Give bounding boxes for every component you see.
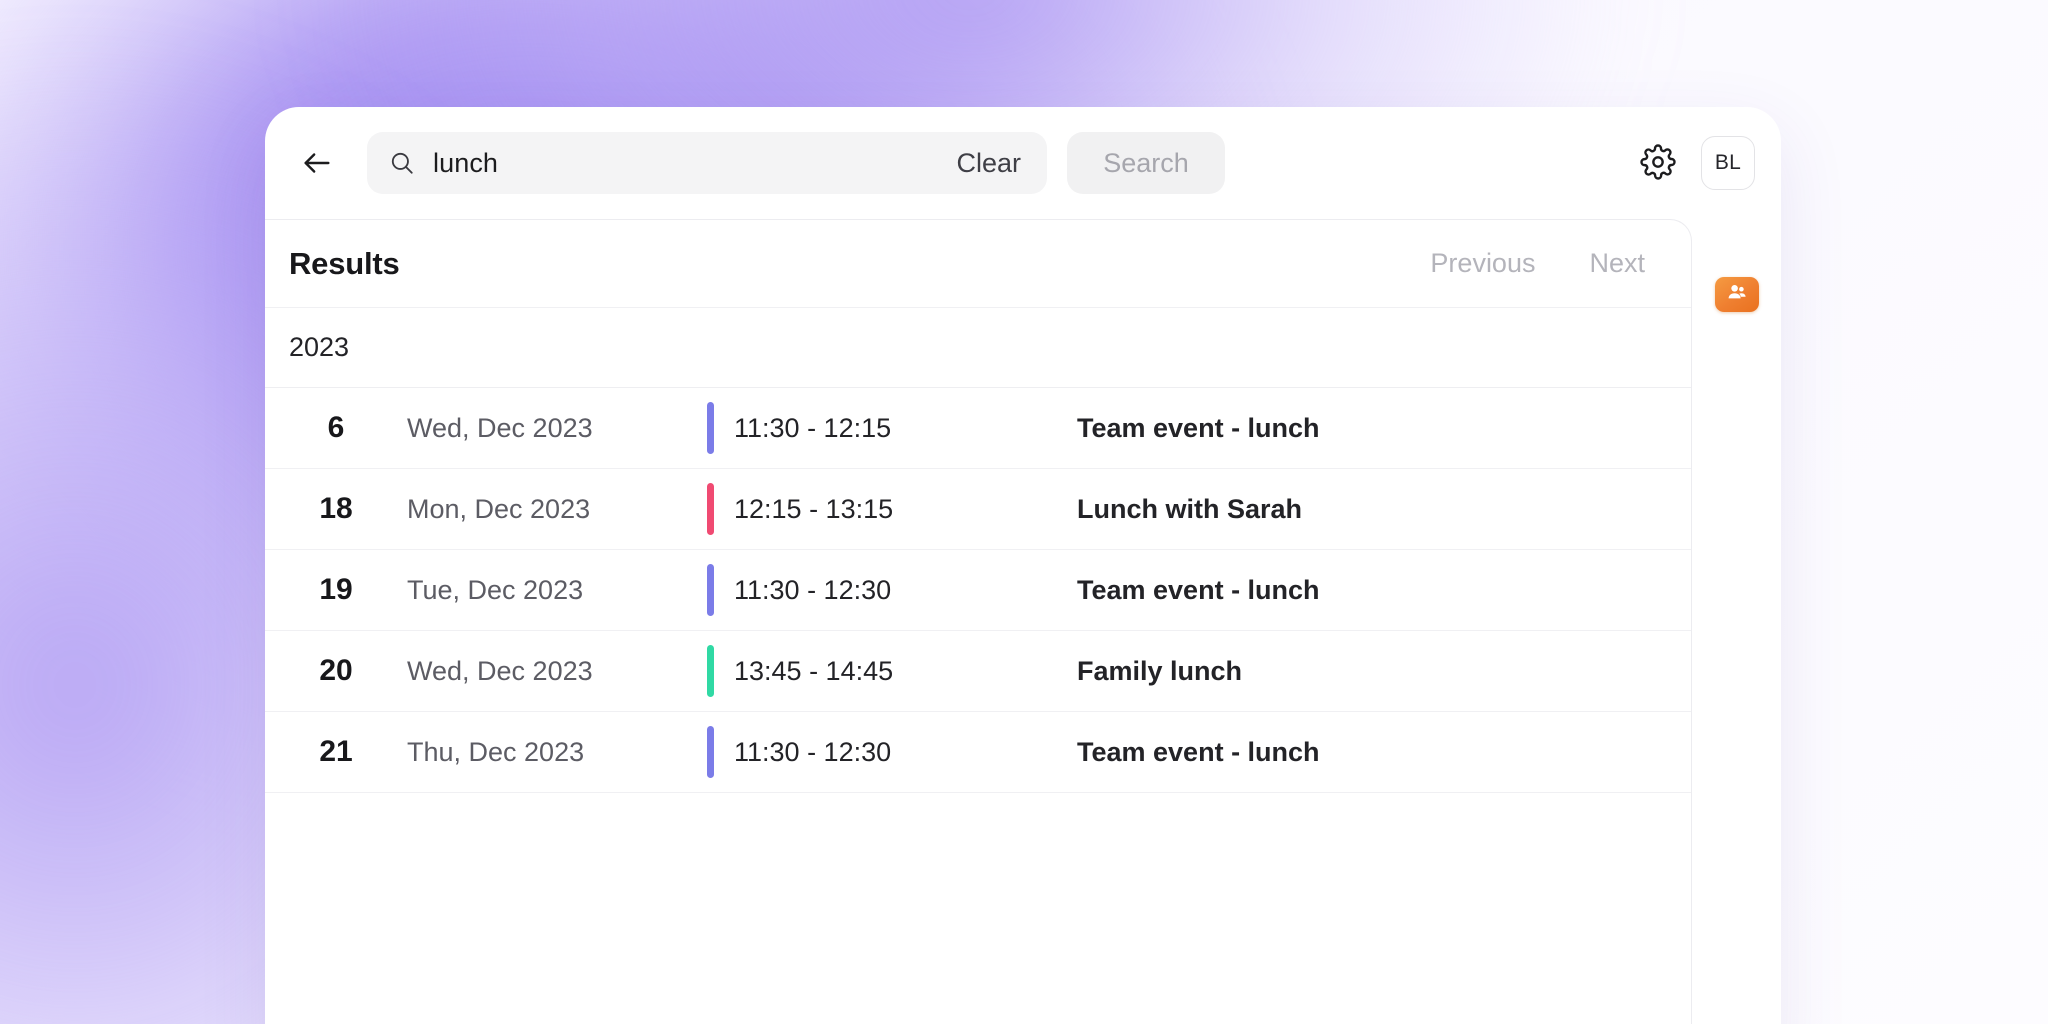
row-time-cell: 11:30 - 12:30 bbox=[707, 726, 1077, 778]
results-header: Results Previous Next bbox=[265, 220, 1691, 308]
row-time-cell: 12:15 - 13:15 bbox=[707, 483, 1077, 535]
panel-area: Results Previous Next 2023 6Wed, Dec 202… bbox=[265, 219, 1781, 1024]
search-submit-button[interactable]: Search bbox=[1067, 132, 1225, 194]
back-button[interactable] bbox=[291, 137, 343, 189]
row-time-cell: 11:30 - 12:15 bbox=[707, 402, 1077, 454]
contacts-badge[interactable] bbox=[1715, 277, 1759, 312]
row-day-number: 19 bbox=[265, 573, 407, 607]
row-event-title: Lunch with Sarah bbox=[1077, 494, 1691, 525]
row-time-cell: 13:45 - 14:45 bbox=[707, 645, 1077, 697]
results-list: 6Wed, Dec 202311:30 - 12:15Team event - … bbox=[265, 388, 1691, 793]
table-row[interactable]: 18Mon, Dec 2023 12:15 - 13:15 Lunch with S… bbox=[265, 469, 1691, 550]
previous-button[interactable]: Previous bbox=[1418, 242, 1547, 285]
people-icon bbox=[1725, 280, 1749, 309]
event-color-bar bbox=[707, 402, 714, 454]
row-time: 11:30 - 12:30 bbox=[734, 737, 891, 768]
row-time-cell: 11:30 - 12:30 bbox=[707, 564, 1077, 616]
row-day-number: 20 bbox=[265, 654, 407, 688]
top-bar: lunch Clear Search BL bbox=[265, 107, 1781, 219]
clear-button[interactable]: Clear bbox=[952, 148, 1025, 179]
row-time: 11:30 - 12:15 bbox=[734, 413, 891, 444]
row-date: Thu, Dec 2023 bbox=[407, 737, 707, 768]
row-event-title: Team event - lunch bbox=[1077, 413, 1691, 444]
event-color-bar bbox=[707, 564, 714, 616]
row-date: Wed, Dec 2023 bbox=[407, 656, 707, 687]
row-day-number: 6 bbox=[265, 411, 407, 445]
row-time: 13:45 - 14:45 bbox=[734, 656, 893, 687]
row-date: Mon, Dec 2023 bbox=[407, 494, 707, 525]
table-row[interactable]: 20Wed, Dec 2023 13:45 - 14:45 Family lunch bbox=[265, 631, 1691, 712]
page-title: Results bbox=[289, 246, 400, 282]
row-event-title: Team event - lunch bbox=[1077, 737, 1691, 768]
event-color-bar bbox=[707, 645, 714, 697]
row-date: Tue, Dec 2023 bbox=[407, 575, 707, 606]
row-day-number: 21 bbox=[265, 735, 407, 769]
row-time: 11:30 - 12:30 bbox=[734, 575, 891, 606]
search-input[interactable]: lunch bbox=[433, 148, 952, 179]
page-backdrop: lunch Clear Search BL bbox=[0, 0, 2048, 1024]
settings-button[interactable] bbox=[1635, 140, 1681, 186]
results-panel: Results Previous Next 2023 6Wed, Dec 202… bbox=[265, 219, 1692, 1024]
row-date: Wed, Dec 2023 bbox=[407, 413, 707, 444]
event-color-bar bbox=[707, 483, 714, 535]
search-field[interactable]: lunch Clear bbox=[367, 132, 1047, 194]
app-window-card: lunch Clear Search BL bbox=[265, 107, 1781, 1024]
row-time: 12:15 - 13:15 bbox=[734, 494, 893, 525]
table-row[interactable]: 6Wed, Dec 2023 11:30 - 12:15 Team event - … bbox=[265, 388, 1691, 469]
gear-icon bbox=[1640, 144, 1676, 183]
table-row[interactable]: 19Tue, Dec 2023 11:30 - 12:30 Team event -… bbox=[265, 550, 1691, 631]
next-button[interactable]: Next bbox=[1577, 242, 1657, 285]
event-color-bar bbox=[707, 726, 714, 778]
year-group-header: 2023 bbox=[265, 308, 1691, 388]
top-bar-actions: BL bbox=[1635, 107, 1755, 219]
table-row[interactable]: 21Thu, Dec 2023 11:30 - 12:30 Team event -… bbox=[265, 712, 1691, 793]
right-rail bbox=[1692, 219, 1781, 1024]
arrow-left-icon bbox=[300, 146, 334, 180]
row-event-title: Team event - lunch bbox=[1077, 575, 1691, 606]
search-icon bbox=[389, 150, 415, 176]
row-day-number: 18 bbox=[265, 492, 407, 526]
row-event-title: Family lunch bbox=[1077, 656, 1691, 687]
avatar[interactable]: BL bbox=[1701, 136, 1755, 190]
